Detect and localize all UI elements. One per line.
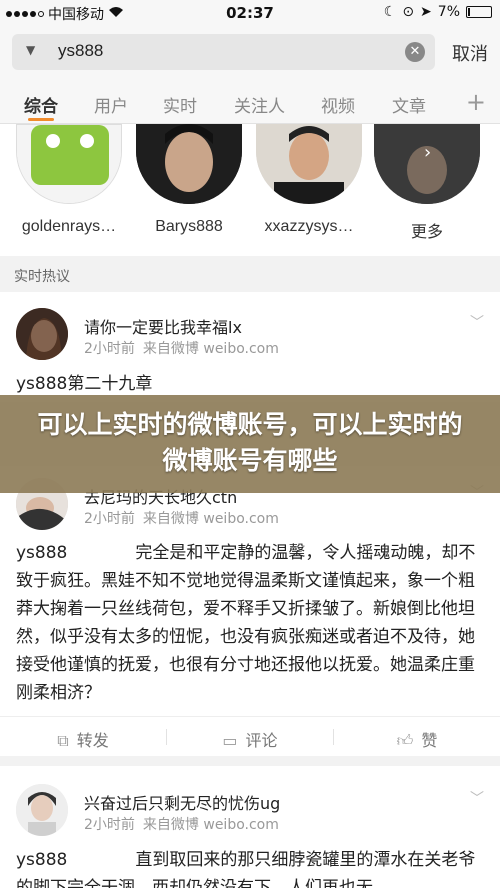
avatar[interactable] [256,124,362,204]
dropdown-caret-icon[interactable]: ▼ [26,43,35,57]
post-actions: ⧉ 转发 ▭ 评论 👍︎ 赞 [0,716,500,756]
repost-label: 转发 [76,731,109,750]
post-source: 来自微博 weibo.com [142,511,279,527]
post-time: 2小时前 [84,511,135,527]
comment-icon: ▭ [222,731,238,750]
location-icon: ➤ [420,4,432,20]
thumbs-up-icon: 👍︎ [396,731,414,750]
battery-percent: 7% [437,4,460,20]
section-header: 实时热议 [0,256,500,292]
add-tab-icon[interactable]: + [466,88,486,116]
repost-button[interactable]: ⧉ 转发 [0,727,166,751]
tab-following[interactable]: 关注人 [234,92,285,117]
tab-articles[interactable]: 文章 [392,92,426,117]
like-label: 赞 [421,731,438,750]
post-time: 2小时前 [84,817,135,833]
post-card[interactable]: 去尼玛的天长地久ctn 2小时前 来自微博 weibo.com ﹀ ys888 完… [0,466,500,756]
search-bar: ▼ ys888 ✕ 取消 [0,26,500,78]
post-time: 2小时前 [84,341,135,357]
chevron-right-icon: › [424,142,432,163]
tab-video[interactable]: 视频 [321,92,355,117]
post-text: ys888 完全是和平定静的温馨，令人摇魂动魄，却不致于疯狂。黑娃不知不觉地觉得… [16,543,476,703]
tab-comprehensive[interactable]: 综合 [24,92,58,117]
avatar[interactable]: › [374,124,480,204]
post-text: ys888 直到取回来的那只细脖瓷罐里的潭水在关老爷的脚下完全干涸，西却仍然没有… [16,850,476,888]
tab-users[interactable]: 用户 [94,92,128,117]
cancel-button[interactable]: 取消 [452,40,488,66]
like-button[interactable]: 👍︎ 赞 [334,727,500,751]
comment-button[interactable]: ▭ 评论 [167,727,333,751]
post-text: ys888第二十九章 [16,374,153,394]
chevron-down-icon[interactable]: ﹀ [470,312,484,332]
moon-icon: ☾ [383,4,397,20]
tab-bar: 综合 用户 实时 关注人 视频 文章 + [0,78,500,124]
section-title: 实时热议 [14,269,70,285]
post-source: 来自微博 weibo.com [142,817,279,833]
comment-label: 评论 [245,731,278,750]
more-label[interactable]: 更多 [368,218,486,242]
search-query[interactable]: ys888 [58,41,103,61]
post-card[interactable]: 兴奋过后只剩无尽的忧伤ug 2小时前 来自微博 weibo.com ﹀ ys888… [0,766,500,888]
user-results: goldenrays… Barys888 xxazzysys… › 更多 [0,124,500,256]
tab-realtime[interactable]: 实时 [163,92,197,117]
post-author[interactable]: 请你一定要比我幸福lx [84,314,242,338]
banner-title: 可以上实时的微博账号，可以上实时的微博账号有哪些 [37,410,463,475]
title-banner: 可以上实时的微博账号，可以上实时的微博账号有哪些 [0,395,500,493]
user-name[interactable]: xxazzysys… [250,218,368,236]
post-author[interactable]: 兴奋过后只剩无尽的忧伤ug [84,790,280,814]
user-name[interactable]: goldenrays… [10,218,128,236]
orientation-lock-icon: ⊙ [402,4,415,20]
status-bar: 中国移动 02:37 ☾ ⊙ ➤ 7% [0,0,500,26]
search-input[interactable]: ▼ ys888 ✕ [12,34,435,70]
post-source: 来自微博 weibo.com [142,341,279,357]
repost-icon: ⧉ [57,731,69,750]
post-meta: 2小时前 来自微博 weibo.com [84,508,279,528]
battery-icon [466,6,492,18]
post-card[interactable]: 请你一定要比我幸福lx 2小时前 来自微博 weibo.com ﹀ ys888第二… [0,292,500,402]
post-meta: 2小时前 来自微博 weibo.com [84,338,279,358]
post-meta: 2小时前 来自微博 weibo.com [84,814,279,834]
avatar[interactable] [16,784,68,836]
clear-icon[interactable]: ✕ [405,42,425,62]
avatar[interactable] [136,124,242,204]
chevron-down-icon[interactable]: ﹀ [470,788,484,808]
user-name[interactable]: Barys888 [130,218,248,236]
avatar[interactable] [16,308,68,360]
avatar[interactable] [16,124,122,204]
active-tab-indicator [28,118,54,121]
